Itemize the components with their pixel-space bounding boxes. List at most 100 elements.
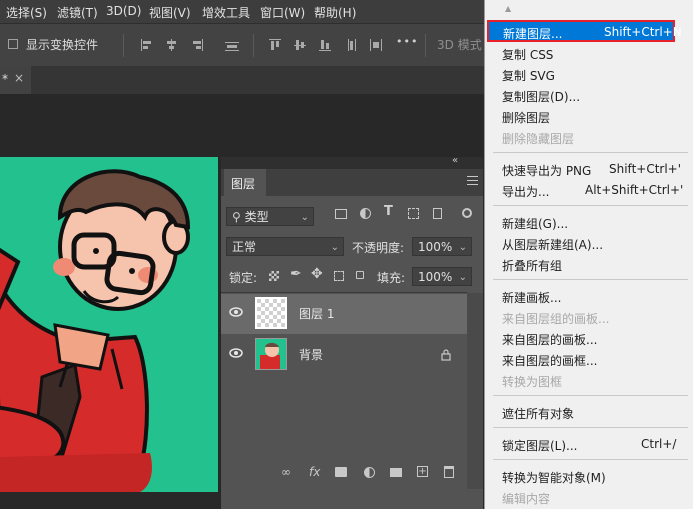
- menu-separator: [493, 205, 688, 206]
- divider: [123, 34, 124, 57]
- chevron-down-icon: ⌄: [330, 242, 339, 253]
- close-icon[interactable]: ×: [14, 71, 24, 85]
- menu-item-shortcut: Shift+Ctrl+N: [604, 25, 682, 39]
- add-mask-icon[interactable]: [335, 467, 347, 477]
- visibility-eye-icon[interactable]: [229, 306, 243, 318]
- tab-layers-label: 图层: [231, 177, 256, 191]
- filter-toggle-icon[interactable]: [462, 208, 472, 218]
- menu-separator: [493, 279, 688, 280]
- filter-adjustment-icon[interactable]: [360, 208, 371, 219]
- new-layer-icon[interactable]: +: [417, 466, 428, 477]
- search-icon: ⚲: [232, 210, 241, 224]
- menu-item-mask-all-objects[interactable]: 遮住所有对象: [502, 405, 574, 422]
- blend-mode-value: 正常: [232, 240, 257, 254]
- menu-help[interactable]: 帮助(H): [314, 4, 356, 21]
- lock-position-icon[interactable]: ✥: [311, 266, 323, 282]
- menu-filter[interactable]: 滤镜(T): [57, 4, 98, 21]
- canvas-illustration[interactable]: [0, 157, 218, 492]
- lock-icon: [441, 349, 451, 361]
- lock-image-pixels-icon[interactable]: ✒: [290, 266, 302, 282]
- align-right-icon[interactable]: [191, 39, 203, 51]
- transform-controls-label: 显示变换控件: [26, 38, 99, 52]
- new-group-icon[interactable]: [390, 468, 402, 477]
- layer-row-background[interactable]: 背景: [221, 335, 467, 375]
- fill-input[interactable]: 100% ⌄: [412, 267, 472, 286]
- distribute-icon[interactable]: [225, 39, 239, 51]
- menu-item-delete-layer[interactable]: 删除图层: [502, 109, 550, 126]
- fx-icon[interactable]: fx: [309, 465, 320, 479]
- background-thumbnail-art: [260, 342, 280, 369]
- menu-plugins[interactable]: 增效工具: [202, 4, 250, 21]
- divider: [425, 34, 426, 57]
- 3d-mode-label: 3D 模式: [437, 38, 482, 52]
- filter-type-label: 类型: [244, 210, 269, 224]
- layer-row-1[interactable]: 图层 1: [221, 294, 467, 334]
- new-adjustment-layer-icon[interactable]: [364, 467, 375, 478]
- link-layers-icon[interactable]: ∞: [281, 465, 291, 479]
- menu-item-new-group[interactable]: 新建组(G)...: [502, 215, 568, 232]
- align-bottom-icon[interactable]: [319, 39, 331, 51]
- document-tab[interactable]: * ×: [0, 66, 31, 94]
- lock-label: 锁定:: [229, 271, 258, 285]
- scroll-up-arrow-icon[interactable]: ▲: [505, 4, 511, 13]
- lock-transparent-pixels-icon[interactable]: [269, 271, 279, 281]
- menu-select[interactable]: 选择(S): [6, 4, 47, 21]
- visibility-eye-icon[interactable]: [229, 347, 243, 359]
- opacity-input[interactable]: 100% ⌄: [412, 237, 472, 256]
- menu-item-frame-from-layers[interactable]: 来自图层的画框...: [502, 352, 597, 369]
- filter-shape-icon[interactable]: [408, 208, 419, 219]
- more-options-button[interactable]: •••: [396, 35, 418, 48]
- menu-item-convert-to-frame: 转换为图框: [502, 375, 563, 389]
- menu-item-quick-export-png[interactable]: 快速导出为 PNG: [502, 162, 591, 179]
- trash-icon[interactable]: [444, 466, 454, 478]
- menu-view[interactable]: 视图(V): [149, 4, 191, 21]
- opacity-label: 不透明度:: [352, 241, 405, 255]
- menu-window[interactable]: 窗口(W): [260, 4, 305, 21]
- menu-separator: [493, 427, 688, 428]
- layer-name[interactable]: 图层 1: [299, 305, 334, 322]
- blend-mode-select[interactable]: 正常 ⌄: [226, 237, 344, 256]
- align-center-v-icon[interactable]: [294, 39, 306, 51]
- document-tab-title: *: [2, 72, 8, 86]
- opacity-value: 100%: [418, 240, 453, 254]
- menu-item-artboard-from-layers[interactable]: 来自图层的画板...: [502, 331, 597, 348]
- menu-item-label: 新建图层...: [503, 27, 563, 41]
- menu-item-collapse-all-groups[interactable]: 折叠所有组: [502, 257, 562, 274]
- menu-3d[interactable]: 3D(D): [106, 4, 141, 18]
- lock-artboard-icon[interactable]: [334, 271, 344, 281]
- panel-header-strip: «: [221, 155, 483, 169]
- menu-item-new-artboard[interactable]: 新建画板...: [502, 289, 561, 306]
- layer-name[interactable]: 背景: [299, 346, 323, 363]
- layer-filter-select[interactable]: ⚲ 类型 ⌄: [226, 207, 314, 226]
- fill-label: 填充:: [377, 271, 406, 285]
- collapse-panel-icon[interactable]: «: [452, 155, 458, 166]
- menu-item-convert-to-smart-object[interactable]: 转换为智能对象(M): [502, 469, 606, 486]
- panel-menu-icon[interactable]: [467, 176, 478, 186]
- menu-item-duplicate-layer[interactable]: 复制图层(D)...: [502, 88, 580, 105]
- layers-scrollbar[interactable]: [467, 293, 483, 489]
- chevron-down-icon: ⌄: [458, 242, 467, 253]
- menu-item-artboard-from-group: 来自图层组的画板...: [502, 312, 610, 326]
- tab-layers[interactable]: 图层: [224, 169, 266, 196]
- chevron-down-icon: ⌄: [458, 272, 467, 283]
- menu-item-shortcut: Alt+Shift+Ctrl+': [585, 183, 684, 197]
- filter-pixel-icon[interactable]: [335, 209, 347, 219]
- filter-smart-object-icon[interactable]: [433, 208, 442, 219]
- layer-thumbnail: [255, 338, 287, 370]
- distribute-h-icon[interactable]: [370, 39, 382, 51]
- menu-item-delete-hidden-layers: 删除隐藏图层: [502, 132, 575, 146]
- align-center-h-icon[interactable]: [166, 39, 178, 51]
- align-top-icon[interactable]: [269, 39, 281, 51]
- filter-text-icon[interactable]: T: [384, 204, 393, 219]
- menu-item-lock-layers[interactable]: 锁定图层(L)...: [502, 437, 578, 454]
- menu-item-export-as[interactable]: 导出为...: [502, 183, 549, 200]
- menu-item-copy-svg[interactable]: 复制 SVG: [502, 67, 555, 84]
- transform-controls-checkbox[interactable]: [8, 39, 18, 49]
- fill-value: 100%: [418, 270, 453, 284]
- menu-item-copy-css[interactable]: 复制 CSS: [502, 46, 553, 63]
- lock-all-icon[interactable]: [356, 271, 364, 279]
- align-left-icon[interactable]: [141, 39, 153, 51]
- menu-item-new-layer[interactable]: 新建图层... Shift+Ctrl+N: [487, 20, 682, 42]
- distribute-v-icon[interactable]: [345, 39, 357, 51]
- menu-item-group-from-layers[interactable]: 从图层新建组(A)...: [502, 236, 603, 253]
